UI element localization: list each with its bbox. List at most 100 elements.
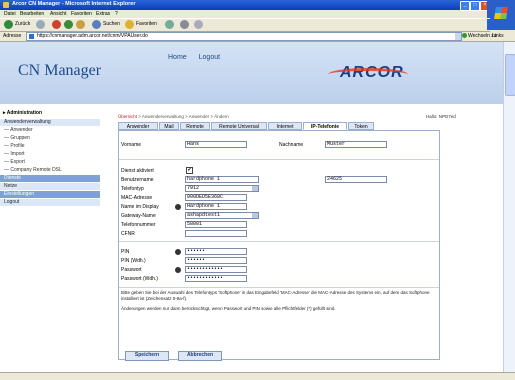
tab-remote-universal[interactable]: Remote Universal — [211, 122, 267, 130]
tab-remote[interactable]: Remote — [180, 122, 210, 130]
menu-datei[interactable]: Datei — [4, 11, 16, 17]
divider — [119, 241, 439, 242]
favorites-icon[interactable] — [125, 20, 134, 29]
telefonnummer-field[interactable]: 58001 — [185, 221, 247, 228]
tab-token[interactable]: Token — [348, 122, 374, 130]
mac-field[interactable]: 000DED5E368C — [185, 194, 247, 201]
info-icon — [175, 249, 181, 255]
back-button[interactable]: Zurück — [15, 21, 30, 27]
favorites-button[interactable]: Favoriten — [136, 21, 157, 27]
passwort-repeat-field[interactable]: •••••••••••• — [185, 275, 247, 282]
pin-repeat-label: PIN (Wdh.) — [121, 258, 146, 264]
cfnr-field[interactable] — [185, 230, 247, 237]
address-dropdown[interactable] — [455, 33, 461, 40]
windows-flag-icon — [494, 7, 508, 19]
telefontyp-select[interactable]: 7912 — [185, 185, 259, 192]
tab-anwender[interactable]: Anwender — [118, 122, 158, 130]
chevron-down-icon — [252, 213, 258, 218]
benutzername-ext-field[interactable]: 24625 — [325, 176, 387, 183]
breadcrumb-home[interactable]: Übersicht — [118, 114, 137, 119]
sidebar-item-anwender[interactable]: — Anwender — [0, 127, 100, 134]
menu-bearbeiten[interactable]: Bearbeiten — [20, 11, 44, 17]
display-label: Name im Display — [121, 204, 159, 210]
search-button[interactable]: Suchen — [103, 21, 120, 27]
address-input[interactable]: https://cnmanager.adm.arcor.net/cnm/VPAU… — [26, 32, 462, 41]
page-icon — [29, 34, 34, 39]
telefontyp-label: Telefontyp — [121, 186, 144, 192]
sidebar: ▸ Administration Anwenderverwaltung — An… — [0, 104, 102, 372]
telefonnummer-label: Telefonnummer — [121, 222, 156, 228]
form-panel: Vorname Hans Nachname Muster Dienst akti… — [118, 130, 440, 360]
sidebar-item-gruppen[interactable]: — Gruppen — [0, 135, 100, 142]
home-link[interactable]: Home — [168, 54, 187, 61]
arcor-logo: ARCOR — [328, 64, 408, 82]
sidebar-item-company-remote-dsl[interactable]: — Company Remote DSL — [0, 167, 100, 174]
sidebar-item-einstellungen[interactable]: Einstellungen — [0, 191, 100, 198]
mail-icon[interactable] — [180, 20, 189, 29]
sidebar-item-export[interactable]: — Export — [0, 159, 100, 166]
passwort-label: Passwort — [121, 267, 142, 273]
pin-field[interactable]: •••••• — [185, 248, 247, 255]
web-page: CN Manager Home Logout ARCOR ▸ Administr… — [0, 42, 503, 372]
nachname-label: Nachname — [279, 142, 304, 148]
user-info: Hallo: NPD7ed — [426, 114, 456, 119]
home-icon[interactable] — [76, 20, 85, 29]
sidebar-heading: ▸ Administration — [3, 110, 42, 116]
benutzername-field[interactable]: hardphone 1 — [185, 176, 259, 183]
go-icon[interactable] — [462, 33, 467, 38]
display-field[interactable]: Hardphone 1 — [185, 203, 247, 210]
info-icon — [175, 204, 181, 210]
passwort-field[interactable]: •••••••••••• — [185, 266, 247, 273]
refresh-icon[interactable] — [64, 20, 73, 29]
tab-mail[interactable]: Mail — [159, 122, 179, 130]
page-header: CN Manager Home Logout ARCOR — [0, 42, 503, 104]
gateway-select[interactable]: ashapdtest1 — [185, 212, 259, 219]
menu-favoriten[interactable]: Favoriten — [71, 11, 92, 17]
save-button[interactable]: Speichern — [125, 351, 169, 361]
gateway-label: Gateway-Name — [121, 213, 156, 219]
cancel-button[interactable]: Abbrechen — [178, 351, 222, 361]
sidebar-heading-label: Administration — [6, 110, 42, 116]
logout-link[interactable]: Logout — [199, 54, 220, 61]
window-title: Arcor CN Manager - Microsoft Internet Ex… — [12, 1, 136, 7]
sidebar-item-dienste[interactable]: Dienste — [0, 175, 100, 182]
vorname-field[interactable]: Hans — [185, 141, 247, 148]
history-icon[interactable] — [165, 20, 174, 29]
tab-internet[interactable]: Internet — [268, 122, 302, 130]
mac-label: MAC-Adresse — [121, 195, 153, 201]
pin-repeat-field[interactable]: •••••• — [185, 257, 247, 264]
scrollbar-thumb[interactable] — [505, 54, 515, 96]
sidebar-item-anwenderverwaltung[interactable]: Anwenderverwaltung — [0, 119, 100, 126]
stop-icon[interactable] — [52, 20, 61, 29]
breadcrumb: Übersicht > Anwenderverwaltung > Anwende… — [118, 114, 229, 119]
menu-extras[interactable]: Extras — [96, 11, 110, 17]
vertical-scrollbar[interactable] — [503, 42, 515, 372]
address-url: https://cnmanager.adm.arcor.net/cnm/VPAU… — [37, 33, 148, 39]
arcor-swoosh — [328, 68, 408, 81]
menu-ansicht[interactable]: Ansicht — [50, 11, 66, 17]
back-icon[interactable] — [4, 20, 13, 29]
title-bar: Arcor CN Manager - Microsoft Internet Ex… — [0, 0, 515, 11]
vorname-label: Vorname — [121, 142, 142, 148]
chevron-down-icon — [252, 186, 258, 191]
menu-help[interactable]: ? — [115, 11, 118, 17]
forward-icon[interactable] — [36, 20, 45, 29]
links-label[interactable]: Links — [492, 33, 504, 39]
sidebar-item-logout[interactable]: Logout — [0, 199, 100, 206]
sidebar-item-profile[interactable]: — Profile — [0, 143, 100, 150]
sidebar-item-import[interactable]: — Import — [0, 151, 100, 158]
breadcrumb-path: > Anwenderverwaltung > Anwender > Ändern — [137, 114, 229, 119]
tab-ip-telefonie[interactable]: IP-Telefonie — [303, 122, 347, 130]
print-icon[interactable] — [194, 20, 203, 29]
dienst-checkbox[interactable]: ✔ — [186, 167, 193, 174]
cfnr-label: CFNR — [121, 231, 135, 237]
toolbar: Zurück Suchen Favoriten — [0, 18, 490, 32]
dienst-label: Dienst aktiviert — [121, 168, 154, 174]
softphone-note: Bitte geben Sie bei der Auswahl des Tele… — [121, 290, 430, 301]
address-bar: Adresse https://cnmanager.adm.arcor.net/… — [0, 31, 515, 42]
info-icon — [175, 267, 181, 273]
sidebar-item-netze[interactable]: Netze — [0, 183, 100, 190]
search-icon[interactable] — [92, 20, 101, 29]
nachname-field[interactable]: Muster — [325, 141, 387, 148]
passwort-repeat-label: Passwort (Wdh.) — [121, 276, 158, 282]
